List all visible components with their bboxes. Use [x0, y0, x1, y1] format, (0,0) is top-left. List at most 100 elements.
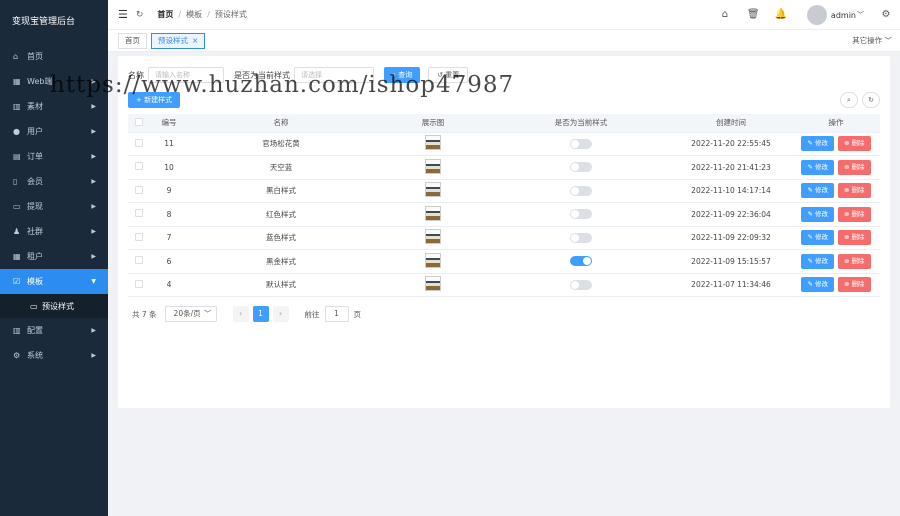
tag-current-label: 预设样式	[158, 35, 188, 45]
sidebar-item-after-1[interactable]: ⚙ 系统 ▶	[0, 343, 108, 368]
jump-page-input[interactable]: 1	[324, 306, 349, 322]
checkbox[interactable]	[135, 162, 143, 171]
caret-right-icon: ▶	[91, 103, 96, 110]
row-select-cell[interactable]	[128, 155, 150, 180]
sidebar-item-label: 首页	[27, 52, 43, 61]
chevron-down-icon[interactable]: ﹀	[857, 10, 864, 20]
row-name: 天空蓝	[188, 155, 374, 180]
close-icon[interactable]: ×	[192, 36, 198, 45]
breadcrumb-home[interactable]: 首页	[157, 9, 173, 20]
edit-button[interactable]: ✎ 修改	[801, 230, 834, 246]
row-image-cell	[374, 179, 492, 203]
sidebar-item-template[interactable]: ☑ 模板 ▼	[0, 269, 108, 294]
row-select-cell[interactable]	[128, 226, 150, 250]
row-current-cell	[492, 179, 670, 203]
row-select-cell[interactable]	[128, 179, 150, 203]
home-icon[interactable]: ⌂	[719, 9, 731, 21]
other-ops-dropdown[interactable]: 其它操作 ﹀	[852, 35, 892, 46]
edit-button[interactable]: ✎ 修改	[801, 183, 834, 199]
current-style-switch[interactable]	[570, 138, 592, 149]
preview-thumbnail[interactable]	[425, 135, 441, 151]
table-row: 7 蓝色样式 2022-11-09 22:09:32 ✎ 修改 ⊗ 删除	[128, 226, 880, 250]
delete-button[interactable]: ⊗ 删除	[838, 206, 871, 222]
row-actions: ✎ 修改 ⊗ 删除	[792, 179, 880, 203]
next-page-button[interactable]: ›	[272, 306, 289, 322]
total-count: 共 7 条	[132, 309, 157, 319]
current-style-switch[interactable]	[570, 162, 592, 173]
avatar[interactable]	[806, 5, 827, 25]
checkbox[interactable]	[135, 117, 143, 126]
checkbox[interactable]	[135, 209, 143, 218]
user-icon: ●	[13, 127, 20, 136]
order-icon: ▤	[13, 152, 21, 161]
sidebar-item-8[interactable]: ▦ 租户 ▶	[0, 244, 108, 269]
row-select-cell[interactable]	[128, 273, 150, 297]
table-row: 9 黑白样式 2022-11-10 14:17:14 ✎ 修改 ⊗ 删除	[128, 179, 880, 203]
caret-right-icon: ▶	[91, 128, 96, 135]
current-style-switch[interactable]	[570, 256, 592, 267]
refresh-icon[interactable]: ↻	[862, 92, 880, 108]
sidebar-item-7[interactable]: ♟ 社群 ▶	[0, 219, 108, 244]
row-select-cell[interactable]	[128, 132, 150, 156]
header-select-all[interactable]	[128, 114, 150, 133]
sidebar-item-6[interactable]: ▭ 提现 ▶	[0, 194, 108, 219]
preview-thumbnail[interactable]	[425, 276, 441, 292]
delete-button[interactable]: ⊗ 删除	[838, 159, 871, 175]
row-select-cell[interactable]	[128, 249, 150, 274]
checkbox[interactable]	[135, 279, 143, 288]
row-name: 黑白样式	[188, 179, 374, 203]
preview-thumbnail[interactable]	[425, 205, 441, 221]
edit-button[interactable]: ✎ 修改	[801, 159, 834, 175]
page-size-select[interactable]: 20条/页 ﹀	[164, 306, 217, 322]
caret-right-icon: ▶	[91, 228, 96, 235]
row-current-cell	[492, 226, 670, 250]
sidebar-item-0[interactable]: ⌂ 首页	[0, 44, 108, 69]
delete-button[interactable]: ⊗ 删除	[838, 277, 871, 293]
row-select-cell[interactable]	[128, 202, 150, 227]
edit-button[interactable]: ✎ 修改	[801, 136, 834, 152]
edit-button[interactable]: ✎ 修改	[801, 253, 834, 269]
row-image-cell	[374, 202, 492, 227]
delete-button[interactable]: ⊗ 删除	[838, 136, 871, 152]
checkbox[interactable]	[135, 138, 143, 147]
edit-button[interactable]: ✎ 修改	[801, 277, 834, 293]
checkbox[interactable]	[135, 256, 143, 265]
other-ops-label: 其它操作	[852, 36, 883, 45]
sidebar-item-4[interactable]: ▤ 订单 ▶	[0, 144, 108, 169]
sidebar-item-label: 系统	[27, 351, 43, 360]
delete-button[interactable]: ⊗ 删除	[838, 230, 871, 246]
row-actions: ✎ 修改 ⊗ 删除	[792, 273, 880, 297]
current-style-switch[interactable]	[570, 185, 592, 196]
sidebar-item-after-0[interactable]: ▥ 配置 ▶	[0, 318, 108, 343]
delete-button[interactable]: ⊗ 删除	[838, 183, 871, 199]
bell-icon[interactable]: 🔔	[775, 9, 787, 21]
preview-thumbnail[interactable]	[425, 252, 441, 268]
tags-bar: 首页 预设样式 × 其它操作 ﹀	[108, 30, 900, 52]
gear-icon[interactable]: ⚙	[880, 9, 892, 21]
header-actions: 操作	[792, 114, 880, 133]
refresh-icon[interactable]: ↻	[136, 10, 144, 20]
current-style-switch[interactable]	[570, 279, 592, 290]
page-number-button[interactable]: 1	[252, 306, 269, 322]
search-icon[interactable]: ⌕	[840, 92, 858, 108]
sidebar-subitem-preset-style[interactable]: ▭ 预设样式	[0, 294, 108, 318]
sidebar-item-5[interactable]: ▯ 会员 ▶	[0, 169, 108, 194]
sidebar-item-3[interactable]: ● 用户 ▶	[0, 119, 108, 144]
breadcrumb-template[interactable]: 模板	[186, 9, 202, 20]
checkbox[interactable]	[135, 185, 143, 194]
user-name[interactable]: admin	[831, 11, 856, 20]
preview-thumbnail[interactable]	[425, 158, 441, 174]
delete-button[interactable]: ⊗ 删除	[838, 253, 871, 269]
menu-toggle-icon[interactable]: ☰	[118, 8, 128, 21]
trash-icon[interactable]: 🗑	[747, 9, 760, 21]
current-style-switch[interactable]	[570, 232, 592, 243]
preview-thumbnail[interactable]	[425, 182, 441, 198]
prev-page-button[interactable]: ‹	[232, 306, 249, 322]
tag-current[interactable]: 预设样式 ×	[151, 32, 206, 49]
preview-thumbnail[interactable]	[425, 229, 441, 245]
row-created: 2022-11-09 15:15:57	[670, 249, 792, 274]
tag-home[interactable]: 首页	[118, 32, 147, 49]
checkbox[interactable]	[135, 232, 143, 241]
current-style-switch[interactable]	[570, 209, 592, 220]
edit-button[interactable]: ✎ 修改	[801, 206, 834, 222]
